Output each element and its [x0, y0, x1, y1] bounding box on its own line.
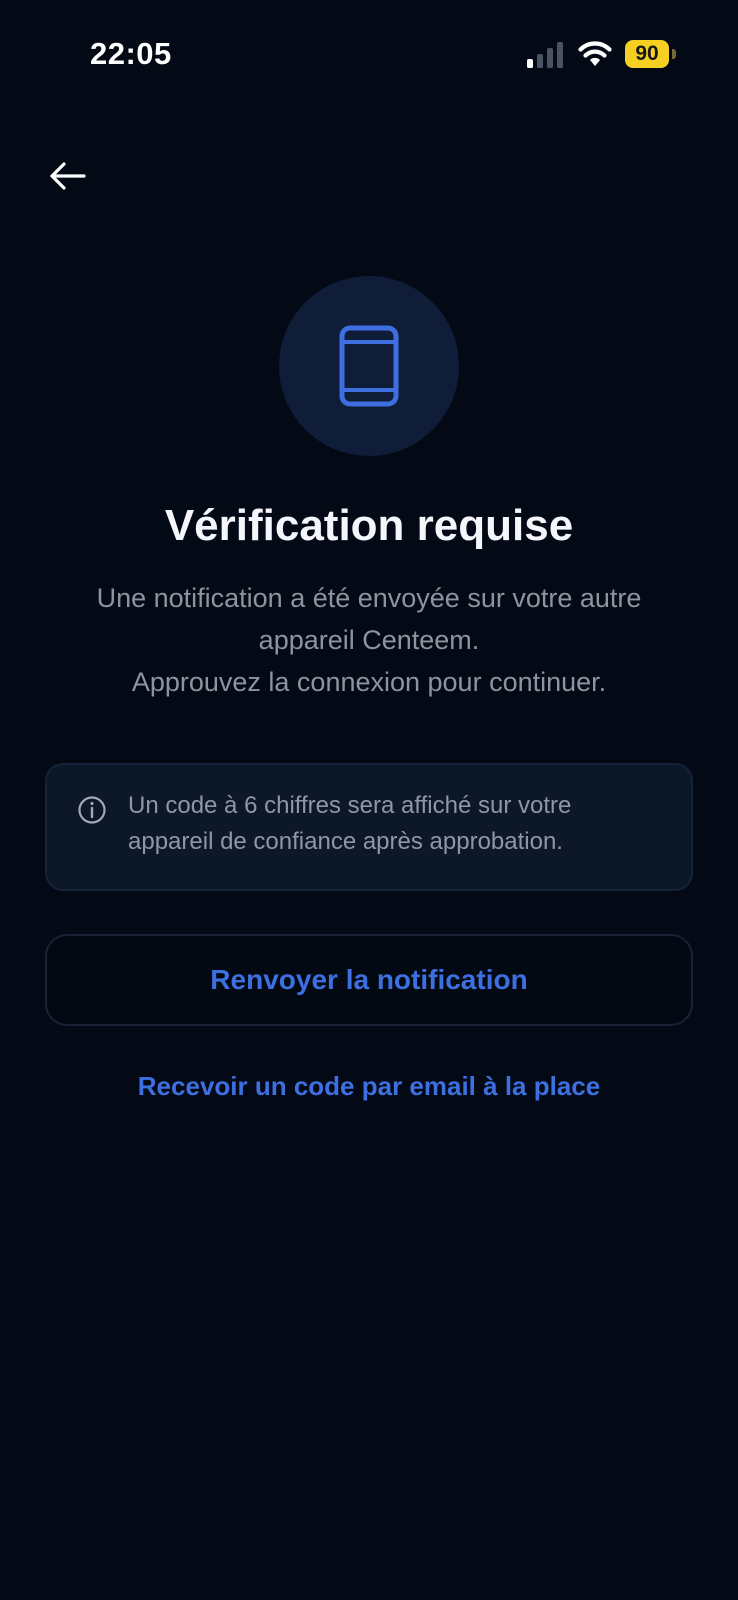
description-text: Une notification a été envoyée sur votre…: [40, 577, 698, 703]
battery-cap: [672, 49, 676, 59]
back-button[interactable]: [44, 152, 92, 200]
description-line: appareil Centeem.: [258, 625, 480, 655]
phone-icon-circle: [279, 276, 459, 456]
cellular-signal-icon: [527, 42, 563, 68]
battery-indicator: 90: [625, 40, 677, 68]
info-line: appareil de confiance après approbation.: [128, 828, 563, 855]
info-box: Un code à 6 chiffres sera affiché sur vo…: [45, 763, 693, 891]
status-time: 22:05: [90, 36, 172, 71]
wifi-icon: [578, 41, 612, 66]
description-line: Approuvez la connexion pour continuer.: [131, 667, 607, 697]
arrow-left-icon: [50, 162, 86, 190]
resend-notification-button[interactable]: Renvoyer la notification: [45, 934, 693, 1026]
page-title: Vérification requise: [164, 501, 574, 550]
battery-level: 90: [625, 40, 669, 68]
description-line: Une notification a été envoyée sur votre…: [96, 583, 642, 613]
info-line: Un code à 6 chiffres sera affiché sur vo…: [128, 792, 572, 819]
email-code-link[interactable]: Recevoir un code par email à la place: [0, 1071, 738, 1102]
verification-screen: 22:05 90 Vérification requise Une notifi…: [0, 0, 738, 1600]
smartphone-icon: [339, 325, 399, 407]
info-circle-icon: [78, 796, 106, 824]
info-text: Un code à 6 chiffres sera affiché sur vo…: [128, 788, 668, 860]
